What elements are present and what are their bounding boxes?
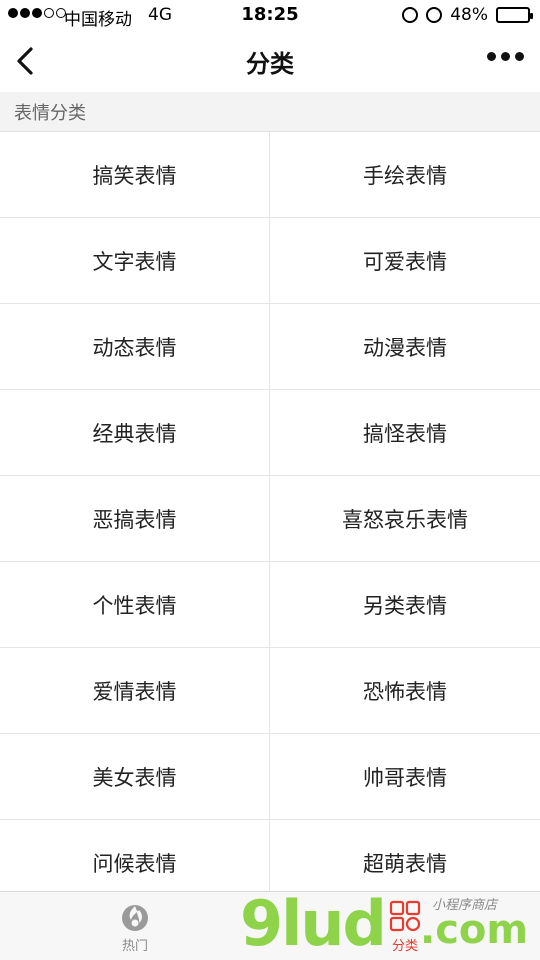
category-item[interactable]: 动态表情	[0, 304, 269, 390]
flame-icon	[122, 905, 148, 931]
category-item[interactable]: 恶搞表情	[0, 476, 269, 562]
page-title: 分类	[246, 50, 294, 78]
more-horizontal-icon	[487, 52, 496, 61]
section-header: 表情分类	[0, 92, 540, 132]
battery-icon	[496, 7, 533, 23]
category-item[interactable]: 另类表情	[270, 562, 540, 648]
status-right: 48%	[402, 5, 533, 25]
more-dot	[515, 52, 524, 61]
category-item[interactable]: 恐怖表情	[270, 648, 540, 734]
rotation-lock-icon	[402, 7, 419, 23]
category-item[interactable]: 搞怪表情	[270, 390, 540, 476]
category-item[interactable]: 搞笑表情	[0, 132, 269, 218]
tab-category[interactable]: 分类	[350, 892, 460, 960]
more-button[interactable]	[487, 52, 524, 61]
more-dot	[501, 52, 510, 61]
grid-icon	[389, 900, 421, 932]
category-grid: 搞笑表情 手绘表情 文字表情 可爱表情 动态表情 动漫表情 经典表情 搞怪表情 恶搞表情…	[0, 132, 540, 906]
tab-label: 分类	[391, 939, 418, 954]
category-item[interactable]: 帅哥表情	[270, 734, 540, 820]
category-item[interactable]: 喜怒哀乐表情	[270, 476, 540, 562]
alarm-icon	[426, 7, 443, 23]
category-item[interactable]: 动漫表情	[270, 304, 540, 390]
tab-hot[interactable]: 热门	[80, 892, 190, 960]
category-item[interactable]: 可爱表情	[270, 218, 540, 304]
tab-label: 热门	[121, 939, 148, 954]
tab-bar: 热门 分类	[0, 891, 540, 960]
category-item[interactable]: 经典表情	[0, 390, 269, 476]
nav-bar: 分类	[0, 30, 540, 92]
status-bar: 中国移动 4G 18:25 48%	[0, 0, 540, 30]
category-item[interactable]: 文字表情	[0, 218, 269, 304]
category-item[interactable]: 手绘表情	[270, 132, 540, 218]
category-item[interactable]: 个性表情	[0, 562, 269, 648]
category-item[interactable]: 爱情表情	[0, 648, 269, 734]
category-item[interactable]: 美女表情	[0, 734, 269, 820]
battery-percent: 48%	[450, 5, 488, 25]
